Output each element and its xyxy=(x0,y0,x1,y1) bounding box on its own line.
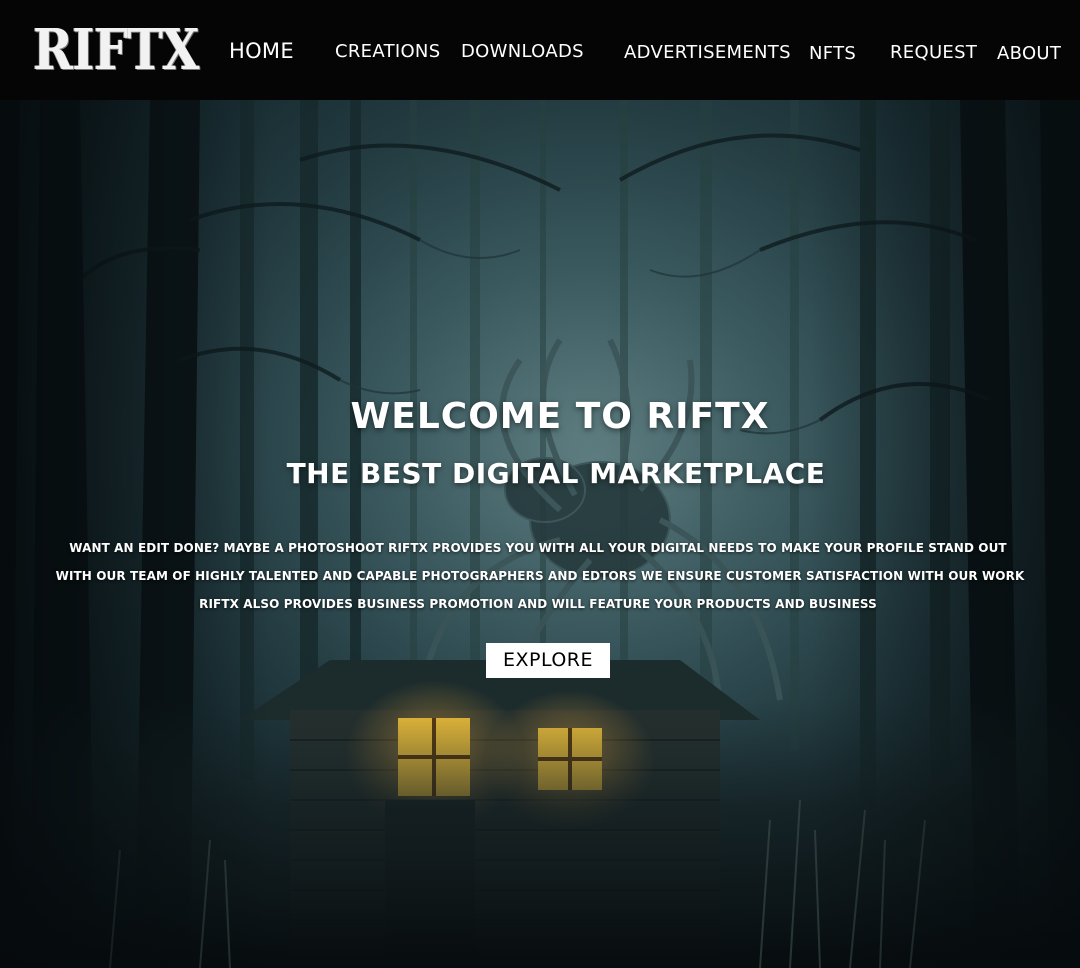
nav-link-advertisements[interactable]: ADVERTISEMENTS xyxy=(624,42,791,64)
hero-description-line: WANT AN EDIT DONE? MAYBE A PHOTOSHOOT RI… xyxy=(69,541,1007,555)
hero-description-line: RIFTX ALSO PROVIDES BUSINESS PROMOTION A… xyxy=(199,597,877,611)
navbar: RIFTX HOME CREATIONS DOWNLOADS ADVERTISE… xyxy=(0,0,1080,100)
nav-link-request[interactable]: REQUEST xyxy=(890,42,977,64)
nav-link-creations[interactable]: CREATIONS xyxy=(335,41,440,63)
explore-button[interactable]: EXPLORE xyxy=(486,643,610,678)
hero-section: WELCOME TO RIFTX THE BEST DIGITAL MARKET… xyxy=(0,100,1080,968)
nav-link-downloads[interactable]: DOWNLOADS xyxy=(461,41,584,63)
hero-title: WELCOME TO RIFTX xyxy=(350,396,770,437)
nav-link-home[interactable]: HOME xyxy=(229,40,294,62)
nav-link-about[interactable]: ABOUT xyxy=(997,43,1061,65)
hero-subtitle: THE BEST DIGITAL MARKETPLACE xyxy=(286,457,826,490)
hero-description-line: WITH OUR TEAM OF HIGHLY TALENTED AND CAP… xyxy=(55,569,1025,583)
riftx-logo[interactable]: RIFTX xyxy=(33,17,200,83)
nav-link-nfts[interactable]: NFTS xyxy=(809,43,856,65)
hero-background-image xyxy=(0,100,1080,968)
